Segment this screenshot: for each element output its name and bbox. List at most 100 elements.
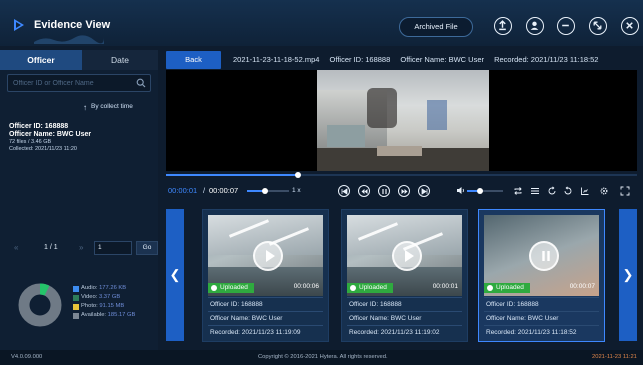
logo-icon (14, 19, 24, 31)
settings-gear-icon[interactable] (599, 186, 609, 196)
officer-collected: Collected: 2021/11/23 11:20 (9, 146, 77, 152)
thumbnail-officer-name: Officer Name: BWC User (347, 311, 462, 324)
player-topbar: Back 2021-11-23-11-18-52.mp4 Officer ID:… (164, 50, 636, 70)
speed-label: 1 x (292, 187, 301, 194)
tab-officer[interactable]: Officer (0, 50, 82, 70)
check-icon (350, 285, 356, 291)
file-info: 2021-11-23-11-18-52.mp4 Officer ID: 1688… (233, 55, 606, 64)
thumbnail-card[interactable]: Uploaded 00:00:06 Officer ID: 168888 Off… (202, 209, 329, 342)
tab-date[interactable]: Date (82, 50, 158, 70)
skip-end-icon[interactable] (418, 185, 430, 197)
seek-handle[interactable] (294, 172, 301, 178)
wave-decoration (34, 35, 104, 44)
play-icon[interactable] (253, 241, 283, 271)
video-player[interactable] (166, 70, 637, 171)
next-page-button[interactable]: » (79, 243, 83, 252)
frame-region (377, 146, 422, 156)
sidebar: Officer Date ↑ By collect time Officer I… (0, 50, 158, 350)
thumbnail-officer-id: Officer ID: 168888 (484, 297, 599, 310)
speed-slider-handle[interactable] (262, 188, 268, 194)
pause-icon[interactable] (529, 241, 559, 271)
frame-region (367, 88, 397, 128)
legend-available: Available: 185.17 GB (73, 311, 157, 320)
officer-list-item[interactable]: Officer ID: 168888 Officer Name: BWC Use… (0, 120, 158, 160)
volume-icon[interactable] (456, 186, 465, 195)
pager: « 1 / 1 » 1 Go (14, 241, 158, 257)
time-separator: / (203, 186, 206, 195)
sort-by-collect-time[interactable]: ↑ By collect time (83, 103, 133, 112)
legend-swatch (73, 304, 79, 310)
storage-donut-chart (18, 283, 62, 327)
check-icon (211, 285, 217, 291)
rewind-icon[interactable] (358, 185, 370, 197)
footer: V4.0.09.000 Copyright © 2016-2021 Hytera… (0, 350, 643, 365)
skip-start-icon[interactable] (338, 185, 350, 197)
seek-bar[interactable] (166, 172, 637, 178)
volume-slider-handle[interactable] (477, 188, 483, 194)
search-input[interactable] (8, 75, 132, 91)
snapshot-icon[interactable] (580, 186, 590, 196)
officer-file-count: 72 files / 3.46 GB (9, 139, 52, 145)
user-icon[interactable] (526, 17, 544, 35)
legend-swatch (73, 313, 79, 319)
prev-page-button[interactable]: « (14, 243, 18, 252)
rotate-right-icon[interactable] (563, 186, 573, 196)
thumbnail-strip: ❮ Uploaded 00:00:06 Officer ID: 168888 O… (166, 206, 637, 343)
file-recorded: Recorded: 2021/11/23 11:18:52 (494, 55, 599, 64)
legend-video: Video: 3.37 GB (73, 293, 157, 302)
pause-icon[interactable] (378, 185, 390, 197)
fullscreen-icon[interactable] (620, 186, 630, 196)
thumbnail-duration: 00:00:01 (432, 283, 458, 290)
file-officer-name: Officer Name: BWC User (400, 55, 484, 64)
video-frame (317, 70, 489, 171)
file-name: 2021-11-23-11-18-52.mp4 (233, 55, 320, 64)
page-input[interactable]: 1 (94, 241, 132, 255)
legend-swatch (73, 295, 79, 301)
minimize-icon[interactable] (557, 17, 575, 35)
archived-file-button[interactable]: Archived File (399, 17, 473, 37)
evidence-view-app: Evidence View Archived File Officer Date… (0, 0, 643, 365)
rotate-left-icon[interactable] (547, 186, 557, 196)
search-box (7, 74, 151, 92)
thumbnail-image: Uploaded 00:00:01 (347, 215, 462, 296)
officer-name: Officer Name: BWC User (9, 131, 92, 138)
playlist-icon[interactable] (530, 186, 540, 196)
close-icon[interactable] (621, 17, 639, 35)
thumbnail-officer-id: Officer ID: 168888 (347, 297, 462, 310)
frame-region (427, 100, 447, 130)
header-bar: Evidence View Archived File (0, 0, 643, 46)
sort-arrow-icon: ↑ (83, 103, 87, 112)
prev-thumbnails-button[interactable]: ❮ (166, 209, 184, 341)
thumbnail-recorded: Recorded: 2021/11/23 11:18:52 (484, 325, 599, 338)
storage-legend: Audio: 177.26 KB Video: 3.37 GB Photo: 9… (73, 284, 157, 320)
seek-fill (166, 174, 298, 176)
fast-forward-icon[interactable] (398, 185, 410, 197)
play-icon[interactable] (392, 241, 422, 271)
uploaded-badge: Uploaded (208, 283, 254, 293)
thumbnail-recorded: Recorded: 2021/11/23 11:19:02 (347, 325, 462, 338)
legend-swatch (73, 286, 79, 292)
legend-audio: Audio: 177.26 KB (73, 284, 157, 293)
playback-controls: 00:00:01 / 00:00:07 1 x (166, 183, 637, 199)
legend-photo: Photo: 91.15 MB (73, 302, 157, 311)
app-title: Evidence View (34, 19, 111, 31)
thumbnail-image: Uploaded 00:00:07 (484, 215, 599, 296)
thumbnail-duration: 00:00:06 (293, 283, 319, 290)
thumbnail-officer-id: Officer ID: 168888 (208, 297, 323, 310)
total-time: 00:00:07 (209, 186, 239, 195)
restore-icon[interactable] (589, 17, 607, 35)
loop-icon[interactable] (513, 186, 523, 196)
back-button[interactable]: Back (166, 51, 221, 69)
thumbnail-recorded: Recorded: 2021/11/23 11:19:09 (208, 325, 323, 338)
go-button[interactable]: Go (136, 241, 158, 255)
thumbnail-card[interactable]: Uploaded 00:00:01 Officer ID: 168888 Off… (341, 209, 468, 342)
upload-icon[interactable] (494, 17, 512, 35)
search-icon[interactable] (136, 78, 146, 88)
thumbnail-officer-name: Officer Name: BWC User (484, 311, 599, 324)
sidebar-tabs: Officer Date (0, 50, 158, 70)
thumbnail-image: Uploaded 00:00:06 (208, 215, 323, 296)
next-thumbnails-button[interactable]: ❯ (619, 209, 637, 341)
version-label: V4.0.09.000 (11, 354, 43, 360)
thumbnail-card-selected[interactable]: Uploaded 00:00:07 Officer ID: 168888 Off… (478, 209, 605, 342)
uploaded-badge: Uploaded (347, 283, 393, 293)
